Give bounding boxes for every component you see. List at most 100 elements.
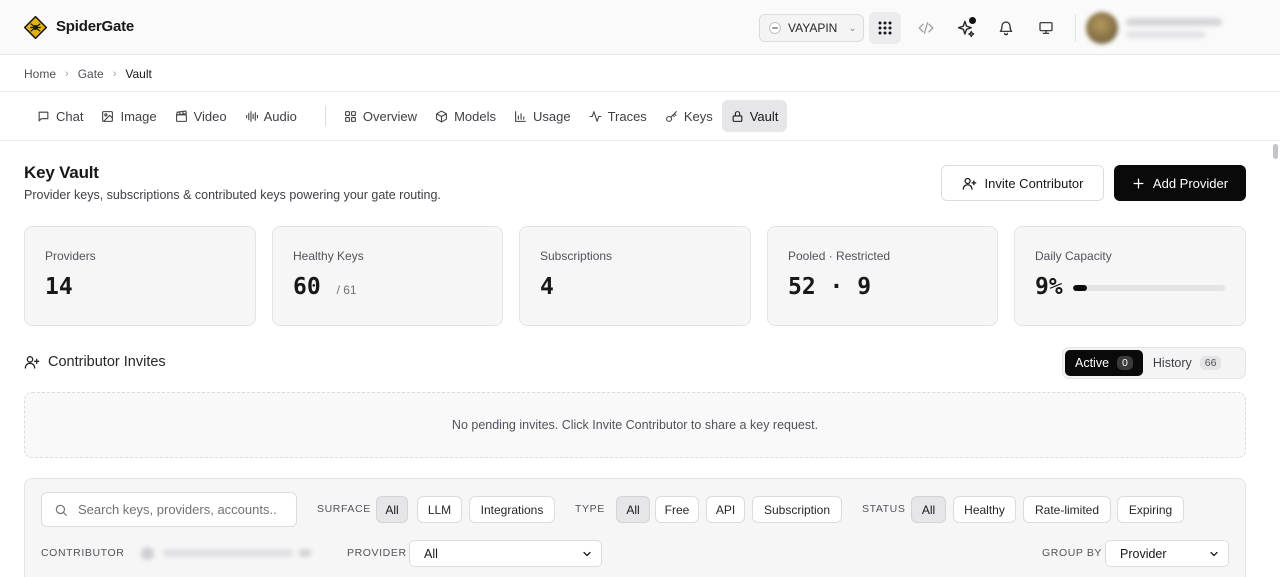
page-title: Key Vault <box>24 163 99 182</box>
lock-icon <box>732 110 743 122</box>
key-icon <box>665 110 677 122</box>
notifications-button[interactable] <box>990 12 1022 44</box>
tab-vault[interactable]: Vault <box>721 100 788 132</box>
org-icon <box>769 22 781 34</box>
tab-label: Active <box>1075 356 1110 370</box>
grid-icon <box>878 21 892 35</box>
tab-models[interactable]: Models <box>426 100 505 132</box>
tab-audio[interactable]: Audio <box>236 100 306 132</box>
invite-contributor-button[interactable]: Invite Contributor <box>941 165 1104 201</box>
chevron-right-icon: › <box>65 68 69 80</box>
code-button[interactable] <box>910 12 942 44</box>
tab-video[interactable]: Video <box>166 100 236 132</box>
org-switcher[interactable]: VAYAPIN ⌄ <box>759 14 864 42</box>
tab-image[interactable]: Image <box>92 100 165 132</box>
stat-label: Daily Capacity <box>1035 249 1112 263</box>
invite-contributor-label: Invite Contributor <box>984 175 1084 191</box>
contributor-filter-redacted[interactable] <box>141 544 315 562</box>
add-provider-button[interactable]: Add Provider <box>1114 165 1246 201</box>
image-icon <box>102 110 114 122</box>
tab-label: Audio <box>263 108 297 124</box>
provider-select[interactable]: All <box>409 540 602 567</box>
clapperboard-icon <box>175 110 187 122</box>
tab-traces[interactable]: Traces <box>580 100 656 132</box>
search-input[interactable] <box>78 502 278 517</box>
stat-label: Providers <box>45 249 96 263</box>
type-api-chip[interactable]: API <box>706 496 745 523</box>
top-bar: SpiderGate VAYAPIN ⌄ <box>0 0 1280 55</box>
audio-lines-icon <box>245 110 258 122</box>
empty-invites-state: No pending invites. Click Invite Contrib… <box>24 392 1246 458</box>
tab-label: Image <box>120 108 157 124</box>
stat-card-pooled-restricted: Pooled · Restricted 52 · 9 <box>767 226 998 326</box>
box-icon <box>436 110 447 122</box>
notification-dot <box>969 17 976 24</box>
surface-integrations-chip[interactable]: Integrations <box>469 496 555 523</box>
surface-llm-chip[interactable]: LLM <box>417 496 462 523</box>
breadcrumb-gate[interactable]: Gate <box>78 67 104 81</box>
spidergate-logo-icon[interactable] <box>24 16 47 39</box>
surface-all-chip[interactable]: All <box>376 496 408 523</box>
stat-card-providers: Providers 14 <box>24 226 256 326</box>
status-all-chip[interactable]: All <box>911 496 946 523</box>
search-box[interactable] <box>41 492 297 527</box>
add-provider-label: Add Provider <box>1152 175 1229 191</box>
status-healthy-chip[interactable]: Healthy <box>953 496 1016 523</box>
tab-label: Chat <box>56 108 84 124</box>
tab-label: Overview <box>362 108 418 124</box>
display-button[interactable] <box>1030 12 1062 44</box>
capacity-progress-fill <box>1073 285 1087 291</box>
count-badge: 0 <box>1117 356 1133 370</box>
group-by-select[interactable]: Provider <box>1105 540 1229 567</box>
type-free-chip[interactable]: Free <box>655 496 699 523</box>
type-all-chip[interactable]: All <box>616 496 650 523</box>
page-scrollbar[interactable] <box>1271 141 1280 577</box>
ai-assistant-button[interactable] <box>950 12 982 44</box>
apps-grid-button[interactable] <box>869 12 901 44</box>
divider <box>0 91 1280 92</box>
status-expiring-chip[interactable]: Expiring <box>1117 496 1184 523</box>
group-by-select-value: Provider <box>1120 546 1167 561</box>
status-rate-limited-chip[interactable]: Rate-limited <box>1023 496 1111 523</box>
filter-panel: SURFACE All LLM Integrations TYPE All Fr… <box>24 478 1246 577</box>
avatar <box>1086 12 1118 44</box>
bar-chart-icon <box>515 110 526 122</box>
stat-card-subscriptions: Subscriptions 4 <box>519 226 751 326</box>
stat-value: 52 · 9 <box>788 274 872 300</box>
stat-card-daily-capacity: Daily Capacity 9% <box>1014 226 1246 326</box>
tab-label: Vault <box>749 108 779 124</box>
active-invites-tab[interactable]: Active 0 <box>1065 350 1143 376</box>
chevron-down-icon <box>583 551 591 556</box>
bell-icon <box>999 21 1013 36</box>
tab-chat[interactable]: Chat <box>28 100 92 132</box>
tab-overview[interactable]: Overview <box>335 100 426 132</box>
breadcrumb-home[interactable]: Home <box>24 67 56 81</box>
code-icon <box>918 22 934 34</box>
plus-icon <box>1133 178 1144 188</box>
divider <box>0 140 1280 141</box>
breadcrumb-vault: Vault <box>125 67 152 81</box>
user-plus-icon <box>24 356 40 369</box>
type-subscription-chip[interactable]: Subscription <box>752 496 842 523</box>
user-menu[interactable] <box>1086 11 1236 45</box>
section-title: Contributor Invites <box>48 354 166 370</box>
surface-filter-label: SURFACE <box>317 503 371 515</box>
tab-keys[interactable]: Keys <box>656 100 722 132</box>
stat-total: / 61 <box>336 283 357 297</box>
group-by-label: GROUP BY <box>1042 547 1103 559</box>
stat-label: Subscriptions <box>540 249 613 263</box>
breadcrumb: Home › Gate › Vault <box>24 67 152 81</box>
tab-label: Models <box>454 108 496 124</box>
page-scrollbar-thumb[interactable] <box>1273 144 1278 159</box>
stat-value: 60 <box>293 274 321 300</box>
tab-label: Traces <box>607 108 647 124</box>
capacity-progress-bar <box>1073 285 1225 291</box>
activity-icon <box>589 110 602 122</box>
tab-label: Usage <box>532 108 571 124</box>
type-filter-label: TYPE <box>575 503 605 515</box>
history-invites-tab[interactable]: History 66 <box>1143 350 1232 376</box>
status-filter-label: STATUS <box>862 503 906 515</box>
contributor-avatar <box>141 547 154 560</box>
tab-usage[interactable]: Usage <box>505 100 580 132</box>
count-badge: 66 <box>1199 356 1222 370</box>
